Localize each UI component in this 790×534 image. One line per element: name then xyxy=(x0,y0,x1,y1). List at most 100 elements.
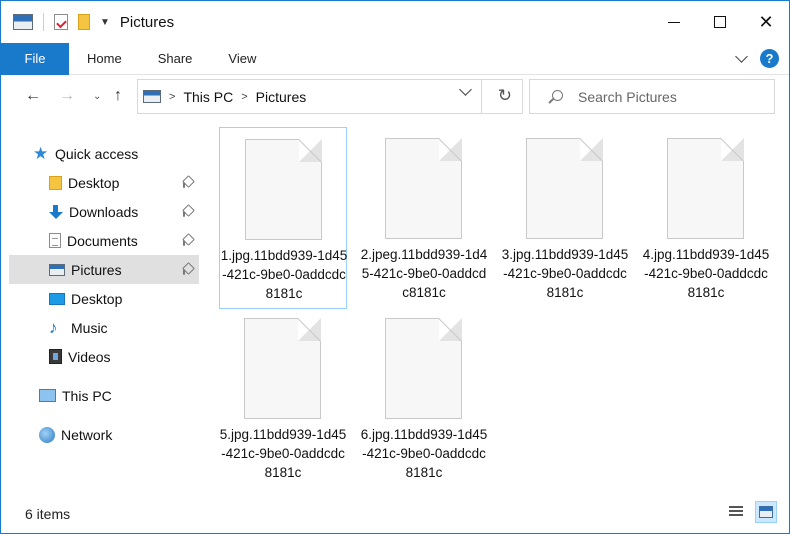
address-bar[interactable]: > This PC > Pictures ↻ xyxy=(137,79,523,114)
window-title: Pictures xyxy=(119,13,175,31)
file-name: 4.jpg.11bdd939-1d45-421c-9be0-0addcdc818… xyxy=(642,247,770,300)
blank-file-icon xyxy=(526,138,603,239)
explorer-window: ▼ Pictures ✕ File Home Share View ? ← → … xyxy=(0,0,790,534)
search-placeholder: Search Pictures xyxy=(578,88,677,105)
sidebar-item-this-pc[interactable]: This PC xyxy=(9,381,199,410)
sidebar-item-music[interactable]: ♪ Music xyxy=(9,313,199,342)
close-icon: ✕ xyxy=(758,11,774,32)
blank-file-icon xyxy=(244,318,321,419)
breadcrumb-separator-icon[interactable]: > xyxy=(241,91,247,103)
pin-icon[interactable] xyxy=(182,233,195,246)
properties-icon[interactable] xyxy=(54,14,68,30)
navigation-pane: ★ Quick access Desktop Downloads Documen… xyxy=(1,123,201,495)
document-icon xyxy=(49,233,61,248)
window-controls: ✕ xyxy=(651,1,789,43)
blank-file-icon xyxy=(385,138,462,239)
close-button[interactable]: ✕ xyxy=(743,1,789,43)
file-corner xyxy=(439,318,462,341)
file-name: 1.jpg.11bdd939-1d45-421c-9be0-0addcdc818… xyxy=(220,248,348,301)
sidebar-item-label: Desktop xyxy=(68,174,120,191)
recent-locations-chevron-icon[interactable]: ⌄ xyxy=(93,91,101,102)
music-icon: ♪ xyxy=(49,317,58,337)
sidebar-item-videos[interactable]: Videos xyxy=(9,342,199,371)
title-bar: ▼ Pictures ✕ xyxy=(1,1,789,43)
minimize-button[interactable] xyxy=(651,1,697,43)
file-name: 6.jpg.11bdd939-1d45-421c-9be0-0addcdc818… xyxy=(360,427,488,480)
sidebar-item-desktop[interactable]: Desktop xyxy=(9,284,199,313)
sidebar-item-label: Pictures xyxy=(71,261,122,278)
expand-ribbon-chevron-icon[interactable] xyxy=(735,49,748,63)
sidebar-item-label: Quick access xyxy=(55,145,139,162)
desktop-icon xyxy=(49,292,65,305)
minimize-icon xyxy=(668,21,680,23)
address-dropdown-chevron-icon[interactable] xyxy=(459,83,472,96)
new-folder-icon[interactable] xyxy=(78,14,90,30)
back-arrow-icon[interactable]: ← xyxy=(25,87,41,105)
maximize-icon xyxy=(714,16,726,28)
sidebar-item-label: Music xyxy=(71,319,108,336)
details-view-button[interactable] xyxy=(725,501,747,523)
sidebar-item-pictures[interactable]: Pictures xyxy=(9,255,199,284)
file-item[interactable]: 4.jpg.11bdd939-1d45-421c-9be0-0addcdc818… xyxy=(642,127,770,309)
large-icons-view-button[interactable] xyxy=(755,501,777,523)
search-input[interactable]: Search Pictures xyxy=(529,79,775,114)
videos-icon xyxy=(49,349,62,364)
computer-icon xyxy=(39,389,56,402)
file-item[interactable]: 6.jpg.11bdd939-1d45-421c-9be0-0addcdc818… xyxy=(360,307,488,489)
file-item[interactable]: 5.jpg.11bdd939-1d45-421c-9be0-0addcdc818… xyxy=(219,307,347,489)
file-corner xyxy=(299,139,322,162)
forward-arrow-icon[interactable]: → xyxy=(59,87,75,105)
quick-access-toolbar: ▼ xyxy=(1,13,110,31)
navigation-bar: ← → ⌄ ↑ > This PC > Pictures ↻ Search Pi… xyxy=(1,75,789,121)
ribbon-right-controls: ? xyxy=(735,49,779,68)
explorer-app-icon[interactable] xyxy=(13,14,33,30)
breadcrumb-separator-icon[interactable]: > xyxy=(169,91,175,103)
refresh-icon[interactable]: ↻ xyxy=(498,86,512,106)
file-name: 5.jpg.11bdd939-1d45-421c-9be0-0addcdc818… xyxy=(219,427,347,480)
star-icon: ★ xyxy=(33,143,49,163)
pin-icon[interactable] xyxy=(182,175,195,188)
breadcrumb-pictures[interactable]: Pictures xyxy=(256,89,307,105)
customize-toolbar-caret-icon[interactable]: ▼ xyxy=(100,17,110,28)
file-name: 2.jpeg.11bdd939-1d45-421c-9be0-0addcdc81… xyxy=(360,247,488,300)
sidebar-item-label: Desktop xyxy=(71,290,123,307)
sidebar-item-label: Documents xyxy=(67,232,138,249)
address-divider xyxy=(481,80,482,113)
sidebar-item-quick-access[interactable]: ★ Quick access xyxy=(33,139,199,168)
tab-file[interactable]: File xyxy=(1,42,69,75)
pin-icon[interactable] xyxy=(182,262,195,275)
sidebar-item-network[interactable]: Network xyxy=(9,420,199,449)
sidebar-item-label: This PC xyxy=(62,387,112,404)
status-bar: 6 items xyxy=(1,495,789,533)
sidebar-item-downloads[interactable]: Downloads xyxy=(9,197,199,226)
file-item[interactable]: 1.jpg.11bdd939-1d45-421c-9be0-0addcdc818… xyxy=(219,127,347,309)
large-icons-view-icon xyxy=(759,506,773,518)
file-corner xyxy=(298,318,321,341)
pin-icon[interactable] xyxy=(182,204,195,217)
tab-share[interactable]: Share xyxy=(140,43,211,75)
up-arrow-icon[interactable]: ↑ xyxy=(114,87,122,105)
file-corner xyxy=(439,138,462,161)
pictures-location-icon xyxy=(143,90,161,103)
help-button[interactable]: ? xyxy=(760,49,779,68)
blank-file-icon xyxy=(385,318,462,419)
tab-home[interactable]: Home xyxy=(69,43,140,75)
tab-view[interactable]: View xyxy=(210,43,274,75)
blank-file-icon xyxy=(245,139,322,240)
blank-file-icon xyxy=(667,138,744,239)
item-count: 6 items xyxy=(25,506,71,522)
sidebar-item-label: Videos xyxy=(68,348,111,365)
file-item[interactable]: 3.jpg.11bdd939-1d45-421c-9be0-0addcdc818… xyxy=(501,127,629,309)
sidebar-item-documents[interactable]: Documents xyxy=(9,226,199,255)
file-corner xyxy=(721,138,744,161)
file-item[interactable]: 2.jpeg.11bdd939-1d45-421c-9be0-0addcdc81… xyxy=(360,127,488,309)
folder-icon xyxy=(49,175,62,190)
sidebar-item-label: Downloads xyxy=(69,203,139,220)
sidebar-item-desktop-pinned[interactable]: Desktop xyxy=(9,168,199,197)
maximize-button[interactable] xyxy=(697,1,743,43)
file-corner xyxy=(580,138,603,161)
download-icon xyxy=(49,204,63,219)
file-name: 3.jpg.11bdd939-1d45-421c-9be0-0addcdc818… xyxy=(501,247,629,300)
breadcrumb-this-pc[interactable]: This PC xyxy=(183,89,233,105)
sidebar-item-label: Network xyxy=(61,426,113,443)
